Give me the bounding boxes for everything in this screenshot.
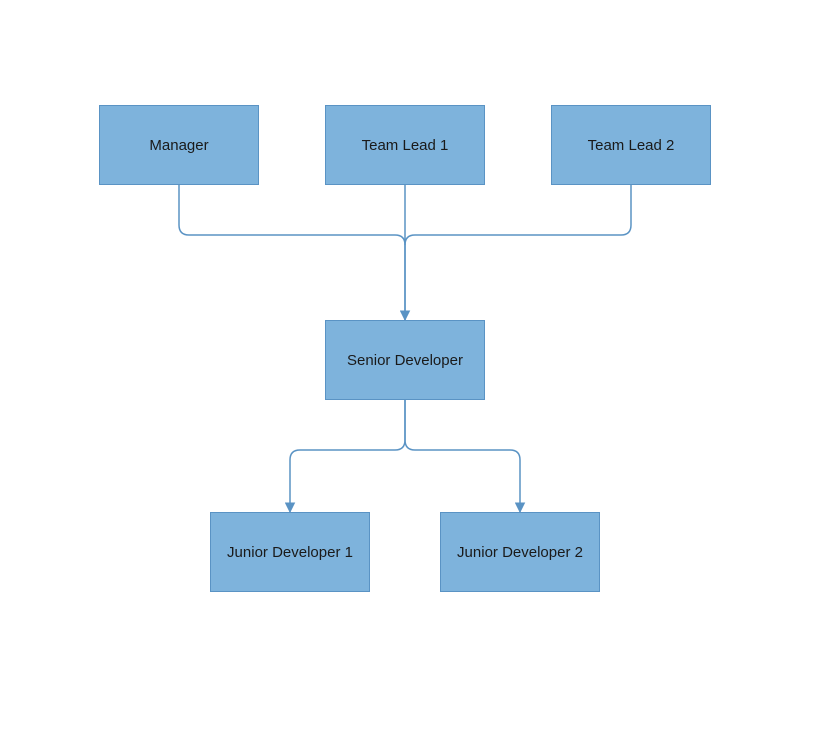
edge-manager-to-senior (179, 185, 405, 320)
node-senior-developer: Senior Developer (325, 320, 485, 400)
node-label: Senior Developer (347, 352, 463, 369)
edge-senior-to-junior1 (290, 400, 405, 512)
node-label: Junior Developer 2 (457, 544, 583, 561)
node-junior-developer-2: Junior Developer 2 (440, 512, 600, 592)
edge-lead2-to-senior (405, 185, 631, 245)
node-team-lead-2: Team Lead 2 (551, 105, 711, 185)
org-diagram: Manager Team Lead 1 Team Lead 2 Senior D… (0, 0, 839, 740)
node-team-lead-1: Team Lead 1 (325, 105, 485, 185)
node-label: Team Lead 2 (588, 137, 675, 154)
edge-senior-to-junior2 (405, 400, 520, 512)
node-label: Manager (149, 137, 208, 154)
node-junior-developer-1: Junior Developer 1 (210, 512, 370, 592)
node-label: Team Lead 1 (362, 137, 449, 154)
node-manager: Manager (99, 105, 259, 185)
node-label: Junior Developer 1 (227, 544, 353, 561)
